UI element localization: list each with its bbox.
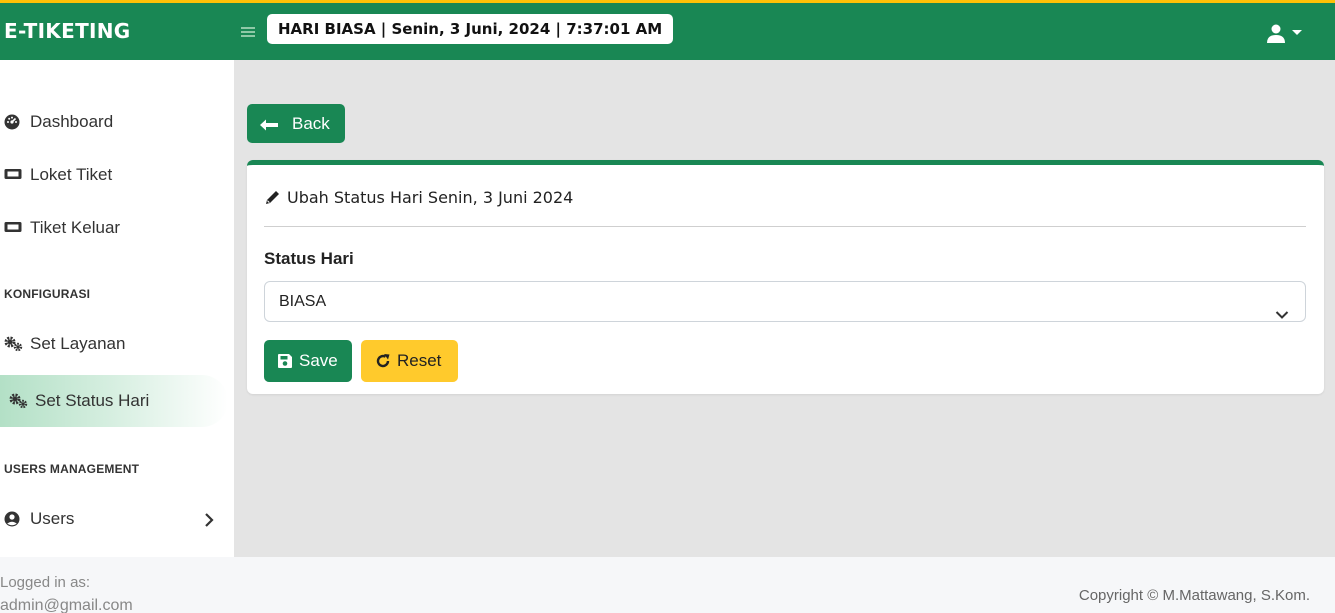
reset-button-label: Reset [397,351,442,370]
sidebar-item-label: Loket Tiket [30,165,113,184]
gears-icon [9,393,28,409]
pencil-icon [264,189,281,206]
sidebar-item-label: Set Layanan [30,334,126,353]
chevron-down-icon [1275,296,1289,319]
sidebar-item-label: Users [30,509,75,528]
section-heading-konfigurasi: KONFIGURASI [4,287,91,301]
redo-icon [375,353,391,369]
copyright-text: Copyright © M.Mattawang, S.Kom. [1078,587,1310,604]
ticket-icon [4,220,22,236]
app-brand[interactable]: E-TIKETING [4,19,131,43]
sidebar-item-dashboard[interactable]: Dashboard [0,104,228,140]
back-button[interactable]: Back [247,104,345,143]
dashboard-icon [4,114,20,130]
datetime-badge: HARI BIASA | Senin, 3 Juni, 2024 | 7:37:… [267,14,674,44]
sidebar-item-loket-tiket[interactable]: Loket Tiket [0,157,228,193]
sidebar: Dashboard Loket Tiket Tiket Keluar KONFI… [0,60,234,557]
card-title-text: Ubah Status Hari Senin, 3 Juni 2024 [287,188,574,207]
save-button[interactable]: Save [264,340,352,382]
top-navbar: E-TIKETING HARI BIASA | Senin, 3 Juni, 2… [0,0,1335,60]
save-icon [277,353,293,369]
user-menu-button[interactable] [1264,21,1304,49]
sidebar-item-set-layanan[interactable]: Set Layanan [0,326,228,362]
logged-in-email: admin@gmail.com [0,597,133,613]
reset-button[interactable]: Reset [361,340,458,382]
user-circle-icon [4,511,20,527]
sidebar-item-users[interactable]: Users [0,501,228,537]
status-hari-select[interactable]: BIASA [264,281,1306,322]
back-button-label: Back [292,113,330,133]
select-value: BIASA [279,293,327,310]
chevron-right-icon [204,512,214,527]
logged-in-label: Logged in as: [0,574,91,591]
sidebar-item-label: Dashboard [30,112,114,131]
status-hari-card: Ubah Status Hari Senin, 3 Juni 2024 Stat… [247,160,1324,394]
gears-icon [4,336,23,352]
arrow-left-icon [259,117,279,131]
sidebar-item-label: Set Status Hari [35,391,150,410]
sidebar-item-tiket-keluar[interactable]: Tiket Keluar [0,210,228,246]
card-title: Ubah Status Hari Senin, 3 Juni 2024 [264,188,573,207]
menu-toggle-icon[interactable] [241,21,259,43]
sidebar-item-set-status-hari[interactable]: Set Status Hari [0,375,228,427]
ticket-icon [4,167,22,183]
footer: Logged in as: admin@gmail.com Copyright … [0,557,1335,613]
save-button-label: Save [299,351,338,370]
status-hari-label: Status Hari [264,249,354,268]
divider [264,226,1306,227]
section-heading-users-management: USERS MANAGEMENT [4,462,140,476]
sidebar-item-label: Tiket Keluar [30,218,121,237]
